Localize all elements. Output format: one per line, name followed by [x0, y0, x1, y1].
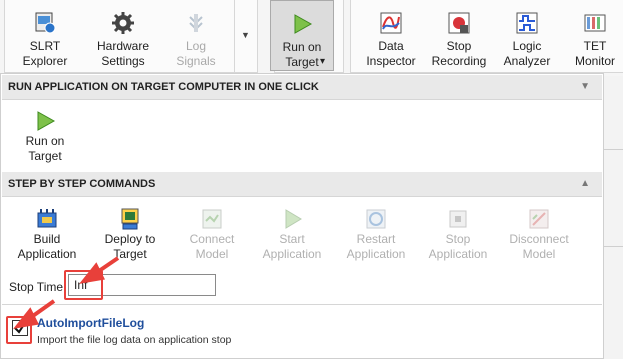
- annotation-arrowhead: [79, 262, 105, 284]
- annotation-arrowhead: [13, 307, 39, 329]
- annotation-arrows: [13, 256, 120, 329]
